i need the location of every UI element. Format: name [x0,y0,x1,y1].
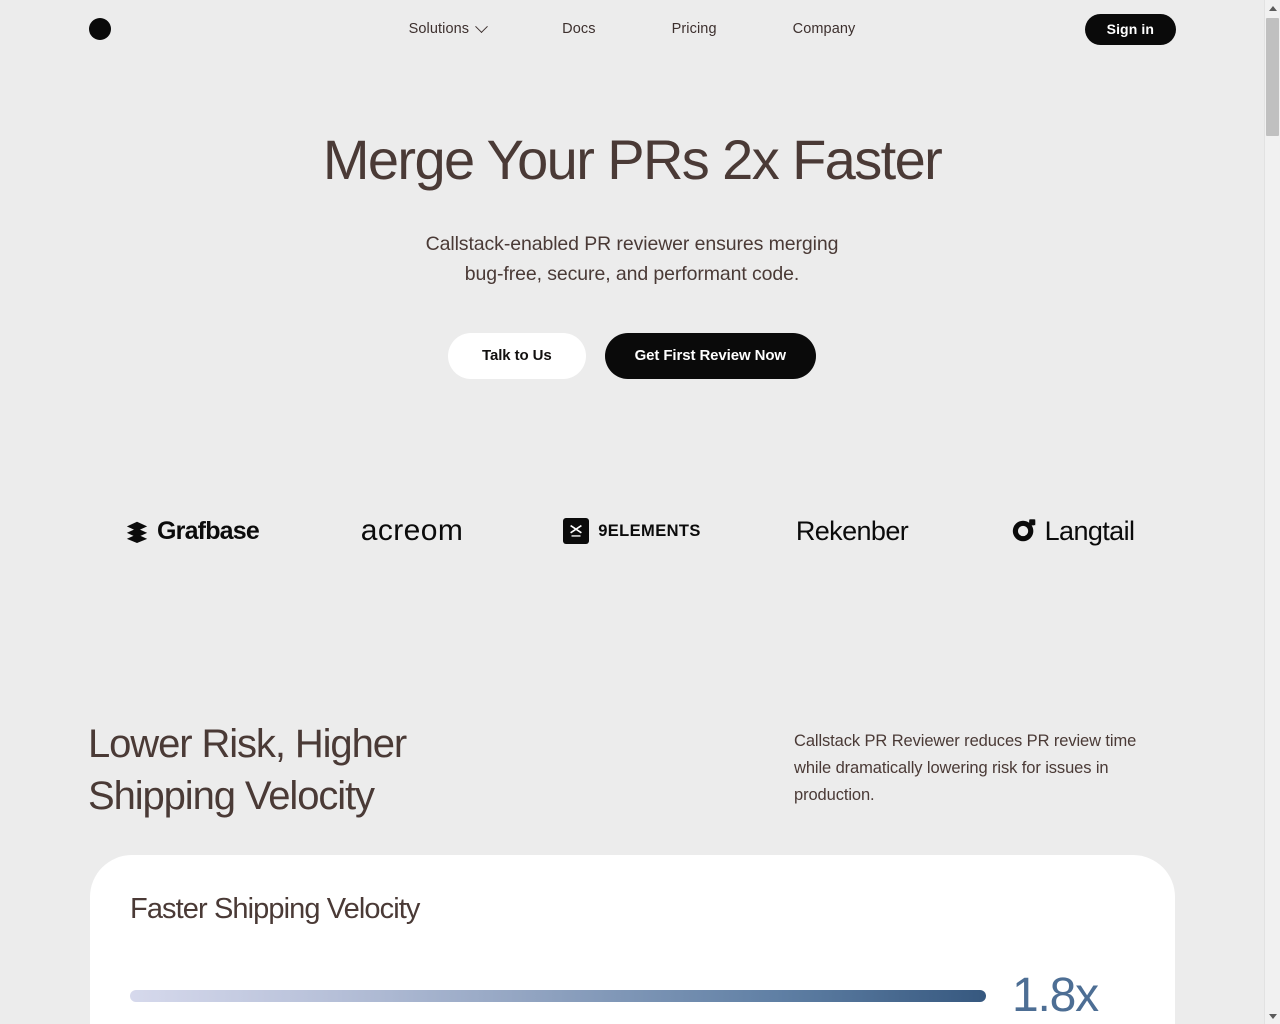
logo-acreom: acreom [302,500,522,562]
grafbase-stack-icon [125,519,149,543]
logo-langtail-label: Langtail [1044,515,1135,546]
value-prop-description: Callstack PR Reviewer reduces PR review … [794,732,1137,804]
grafbase-stack-icon-svg [126,521,148,543]
logo-grafbase-label: Grafbase [157,516,260,545]
logo-rekenber: Rekenber [742,500,962,562]
logo-rekenber-label: Rekenber [795,515,909,546]
callstack-logo-icon[interactable] [88,17,112,41]
hero-subtitle: Callstack-enabled PR reviewer ensures me… [0,230,1264,289]
nav-item-pricing-label: Pricing [671,21,717,37]
logo-acreom-label: acreom [360,514,464,547]
value-prop-inner: Lower Risk, Higher Shipping Velocity Cal… [0,700,1264,822]
logo-9elements: 9ELEMENTS [522,500,742,562]
scrollbar-thumb[interactable] [1266,18,1279,136]
page-viewport: Solutions Docs Pricing Company Sign in M… [0,0,1264,1024]
velocity-metric-value: 1.8x [1012,969,1099,1022]
value-prop-title-line1: Lower Risk, Higher [88,722,407,766]
site-header: Solutions Docs Pricing Company Sign in [0,0,1264,58]
nav-item-pricing[interactable]: Pricing [662,15,727,43]
hero-section: Merge Your PRs 2x Faster Callstack-enabl… [0,128,1264,379]
nine-elements-mark-icon-svg [570,524,583,537]
metric-card-title: Faster Shipping Velocity [130,893,420,925]
hero-subtitle-line2: bug-free, secure, and performant code. [464,262,800,285]
metric-row: 1.8x [130,972,1135,1020]
logo-grafbase: Grafbase [82,500,302,562]
talk-to-us-button[interactable]: Talk to Us [448,332,586,379]
hero-subtitle-line1: Callstack-enabled PR reviewer ensures me… [425,233,839,256]
logo-langtail: Langtail [962,500,1182,562]
langtail-mark-icon-svg [1012,519,1035,542]
sign-in-button[interactable]: Sign in [1084,14,1176,45]
langtail-mark-icon [1010,517,1038,545]
main-navigation: Solutions Docs Pricing Company [0,15,1264,43]
nav-item-docs-label: Docs [562,21,596,37]
callstack-logo-icon-svg [89,18,111,40]
nav-item-solutions[interactable]: Solutions [399,15,497,43]
scroll-down-arrow-icon[interactable] [1265,1008,1280,1024]
nav-item-company-label: Company [792,21,856,37]
customer-logo-strip: Grafbase acreom 9ELEMENTS Rekenber Langt… [0,500,1264,562]
vertical-scrollbar[interactable] [1264,0,1280,1024]
chevron-down-icon [475,19,489,33]
scroll-up-arrow-icon[interactable] [1265,0,1280,16]
metric-card: Faster Shipping Velocity 1.8x [90,855,1175,1024]
get-first-review-button[interactable]: Get First Review Now [604,332,816,379]
velocity-progress-bar [130,990,986,1002]
nine-elements-mark-icon [563,518,590,544]
hero-title: Merge Your PRs 2x Faster [322,128,943,191]
nav-item-docs[interactable]: Docs [552,15,605,43]
value-prop-title: Lower Risk, Higher Shipping Velocity [88,718,407,822]
value-prop-section: Lower Risk, Higher Shipping Velocity Cal… [0,700,1264,822]
logo-9elements-label: 9ELEMENTS [598,521,701,540]
nav-item-company[interactable]: Company [783,15,866,43]
hero-cta-group: Talk to Us Get First Review Now [0,332,1264,379]
nav-item-solutions-label: Solutions [408,21,470,37]
value-prop-title-line2: Shipping Velocity [88,774,375,818]
